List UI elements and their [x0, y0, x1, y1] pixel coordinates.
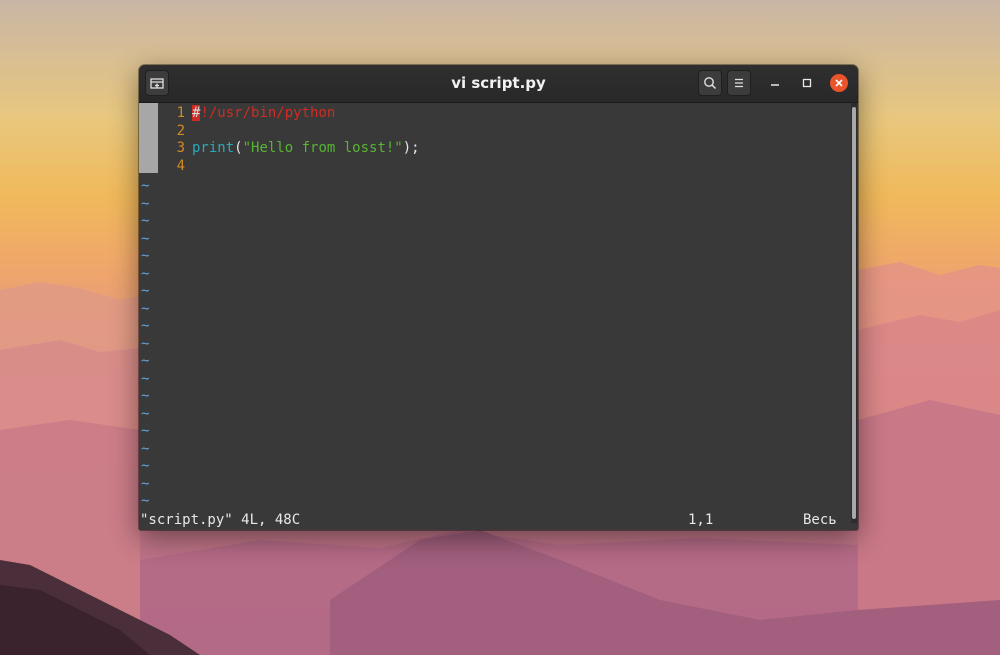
empty-line-tilde: ~ [141, 493, 150, 509]
empty-line-tilde: ~ [141, 300, 150, 317]
status-cursor-position: 1,1 [688, 512, 714, 528]
window-titlebar[interactable]: vi script.py [139, 65, 858, 103]
empty-line-tilde: ~ [141, 388, 150, 404]
close-button[interactable] [830, 74, 848, 92]
code-token: "Hello from losst!" [242, 140, 403, 156]
close-icon [835, 79, 843, 87]
empty-line-tilde: ~ [141, 265, 150, 282]
empty-line-tilde: ~ [141, 458, 150, 474]
line-number: 4 [176, 157, 185, 174]
line-code: #!/usr/bin/python [192, 105, 335, 123]
empty-line-tilde: ~ [141, 195, 150, 212]
maximize-button[interactable] [798, 74, 816, 92]
code-token: print [192, 140, 235, 156]
code-token: ); [402, 140, 420, 156]
line-number: 3 [176, 140, 185, 156]
empty-line-tilde: ~ [141, 230, 150, 247]
empty-line-tilde: ~ [141, 423, 150, 439]
search-button[interactable] [698, 70, 722, 96]
vi-editor-area[interactable]: 1 #!/usr/bin/python 2 3 print("Hello from lo… [139, 103, 851, 530]
search-icon [704, 77, 717, 90]
empty-line-tilde: ~ [141, 405, 150, 422]
scrollbar-thumb[interactable] [852, 107, 856, 519]
empty-line-tilde: ~ [141, 248, 150, 264]
line-number: 2 [176, 122, 185, 139]
status-file-info: "script.py" 4L, 48C [140, 512, 301, 528]
minimize-button[interactable] [766, 74, 784, 92]
status-scroll-position: Весь [803, 512, 837, 528]
empty-line-tilde: ~ [141, 318, 150, 334]
empty-line-tilde: ~ [141, 283, 150, 299]
empty-line-tilde: ~ [141, 335, 150, 352]
empty-line-tilde: ~ [141, 475, 150, 492]
menu-button[interactable] [727, 70, 751, 96]
empty-line-tilde: ~ [141, 440, 150, 457]
sign-column [139, 103, 158, 173]
minimize-icon [771, 84, 779, 86]
line-code: print("Hello from losst!"); [192, 140, 420, 158]
empty-line-tilde: ~ [141, 370, 150, 387]
hamburger-menu-icon [735, 78, 743, 88]
code-token: ( [234, 140, 243, 156]
empty-line-tilde: ~ [141, 353, 150, 369]
empty-line-tilde: ~ [141, 178, 150, 194]
scrollbar[interactable] [851, 103, 857, 523]
terminal-window[interactable]: vi script.py 1 #!/usr/bin/python 2 3 pri… [139, 65, 858, 530]
code-token: !/usr/bin/python [200, 105, 336, 121]
maximize-icon [802, 78, 812, 88]
line-number: 1 [176, 105, 185, 121]
empty-line-tilde: ~ [141, 213, 150, 229]
